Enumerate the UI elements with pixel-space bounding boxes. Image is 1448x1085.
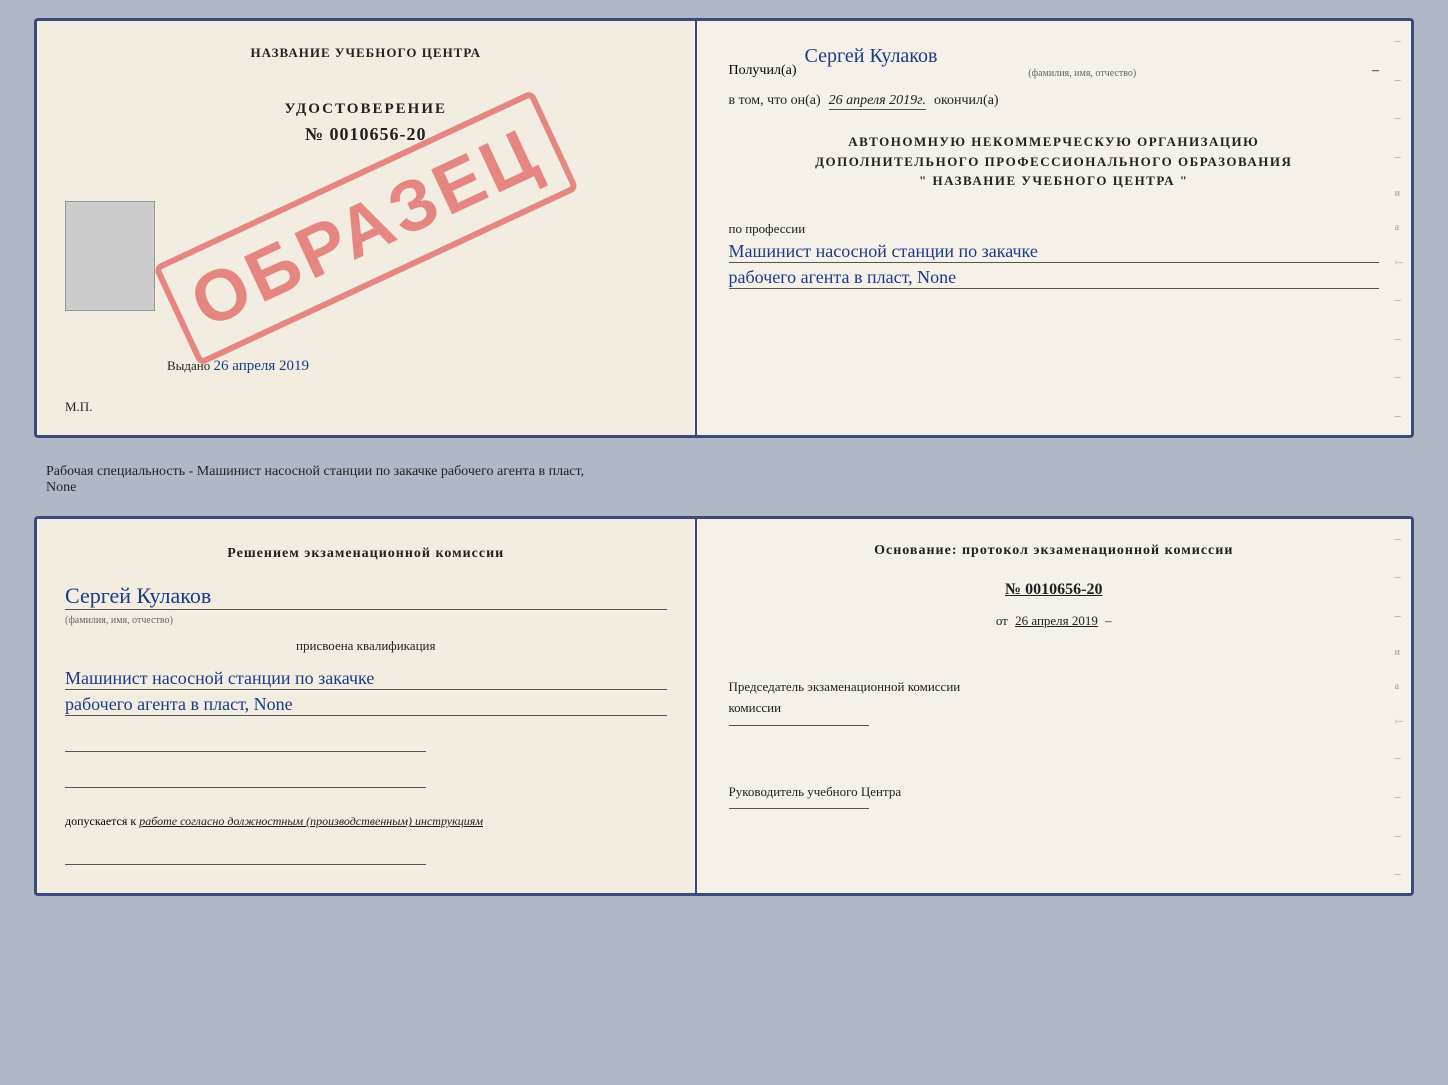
vtom-date: 26 апреля 2019г. [829,93,926,110]
dopusk-label: допускается к [65,814,136,828]
ot-date: от 26 апреля 2019 – [729,613,1379,629]
ot-date-val: 26 апреля 2019 [1015,613,1098,628]
top-left-panel: НАЗВАНИЕ УЧЕБНОГО ЦЕНТРА ОБРАЗЕЦ УДОСТОВ… [37,21,697,435]
top-center-title: НАЗВАНИЕ УЧЕБНОГО ЦЕНТРА [65,45,667,61]
person-block: Сергей Кулаков (фамилия, имя, отчество) [65,583,667,628]
bottom-document: Решением экзаменационной комиссии Сергей… [34,516,1414,896]
predsedatel-label2: комиссии [729,698,1379,719]
org-line3: " НАЗВАНИЕ УЧЕБНОГО ЦЕНТРА " [729,171,1379,191]
profession-block: по профессии Машинист насосной станции п… [729,213,1379,289]
top-right-panel: Получил(а) Сергей Кулаков (фамилия, имя,… [697,21,1411,435]
vydano-label: Выдано [167,358,210,373]
recipient-name: Сергей Кулаков [805,45,1360,68]
qualification-block: Машинист насосной станции по закачке раб… [65,664,667,716]
bottom-left-panel: Решением экзаменационной комиссии Сергей… [37,519,697,893]
separator-block: Рабочая специальность - Машинист насосно… [34,456,1414,498]
person-name: Сергей Кулаков [65,583,667,610]
okonchil-label: окончил(а) [934,93,999,109]
komissia-title: Решением экзаменационной комиссии [65,543,667,565]
vtom-block: в том, что он(а) 26 апреля 2019г. окончи… [729,93,1379,110]
rukov-label: Руководитель учебного Центра [729,782,1379,803]
po-professii-label: по профессии [729,221,1379,237]
prisvoena-label: присвоена квалификация [65,638,667,654]
udostoverenie-block: УДОСТОВЕРЕНИЕ № 0010656-20 [65,101,667,145]
separator-text-line2: None [46,480,1414,496]
bottom-side-dashes: ––– и а ‹– –––– [1395,519,1403,893]
qual-line2: рабочего агента в пласт, None [65,694,667,716]
mp-label: М.П. [65,399,92,415]
ot-label: от [996,613,1008,628]
org-block: АВТОНОМНУЮ НЕКОММЕРЧЕСКУЮ ОРГАНИЗАЦИЮ ДО… [729,132,1379,191]
qual-line1: Машинист насосной станции по закачке [65,668,667,690]
vydano-date: 26 апреля 2019 [214,358,310,374]
profession-line1: Машинист насосной станции по закачке [729,241,1379,263]
sig-line-2 [65,770,426,788]
side-dashes: –––– и а ‹– –––– [1395,21,1403,435]
org-line1: АВТОНОМНУЮ НЕКОММЕРЧЕСКУЮ ОРГАНИЗАЦИЮ [729,132,1379,152]
protocol-number: № 0010656-20 [729,581,1379,599]
poluchil-label: Получил(а) [729,63,797,79]
sig-line-3 [65,847,426,865]
vtom-label: в том, что он(а) [729,93,821,109]
recipient-block: Сергей Кулаков (фамилия, имя, отчество) [805,45,1360,79]
udostoverenie-number: № 0010656-20 [305,124,427,145]
top-document: НАЗВАНИЕ УЧЕБНОГО ЦЕНТРА ОБРАЗЕЦ УДОСТОВ… [34,18,1414,438]
rukov-block: Руководитель учебного Центра [729,782,1379,810]
photo-placeholder [65,201,155,311]
predsedatel-label: Председатель экзаменационной комиссии [729,677,1379,698]
predsedatel-sig-line [729,725,869,726]
poluchil-block: Получил(а) Сергей Кулаков (фамилия, имя,… [729,45,1379,79]
sig-line-1 [65,734,426,752]
dopusk-block: допускается к работе согласно должностны… [65,814,667,829]
bottom-right-panel: Основание: протокол экзаменационной коми… [697,519,1411,893]
vydano-line: Выдано 26 апреля 2019 [167,358,309,375]
dopusk-text: работе согласно должностным (производств… [139,814,483,828]
name-sublabel: (фамилия, имя, отчество) [805,68,1360,79]
predsedatel-block: Председатель экзаменационной комиссии ко… [729,677,1379,726]
separator-text-line1: Рабочая специальность - Машинист насосно… [46,464,1414,480]
org-line2: ДОПОЛНИТЕЛЬНОГО ПРОФЕССИОНАЛЬНОГО ОБРАЗО… [729,152,1379,172]
osnov-title: Основание: протокол экзаменационной коми… [729,543,1379,559]
person-name-sublabel: (фамилия, имя, отчество) [65,615,173,626]
profession-line2: рабочего агента в пласт, None [729,267,1379,289]
udostoverenie-label: УДОСТОВЕРЕНИЕ [285,101,448,118]
rukov-sig-line [729,808,869,809]
